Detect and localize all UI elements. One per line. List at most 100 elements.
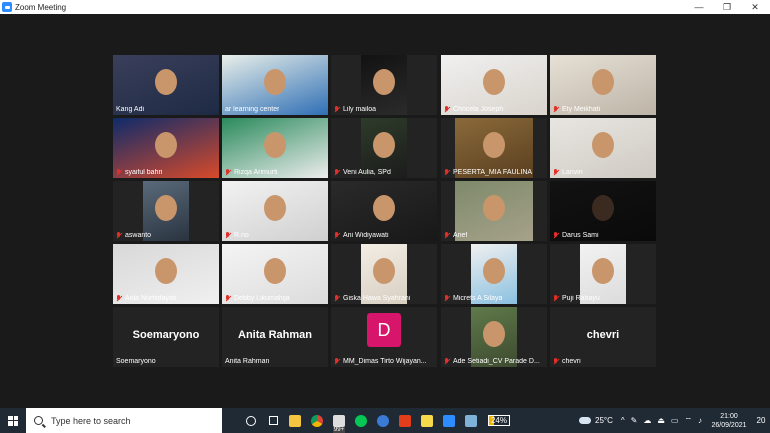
participant-tile[interactable]: Ety Meikhati <box>550 55 656 115</box>
battery-percentage: 24% <box>487 415 510 426</box>
participant-name-label: R.no <box>225 232 249 239</box>
participant-name: Aida Nurhidayati <box>125 295 177 302</box>
muted-mic-icon <box>334 169 340 176</box>
participant-name-label: Ani Widiyawati <box>334 232 389 239</box>
participant-tile[interactable]: Lanvin <box>550 118 656 178</box>
muted-mic-icon <box>444 295 450 302</box>
participant-name: aswanto <box>125 232 152 239</box>
teams-icon[interactable] <box>372 408 394 433</box>
app-icon[interactable] <box>460 408 482 433</box>
participant-tile[interactable]: Lily mailoa <box>331 55 437 115</box>
participant-name-label: Giska Hawa Syahrani <box>334 295 410 302</box>
cloud-icon <box>579 417 591 424</box>
muted-mic-icon <box>116 295 122 302</box>
clock[interactable]: 21:00 26/09/2021 <box>706 412 752 430</box>
participant-name: Anita Rahman <box>225 358 270 365</box>
participant-face <box>483 258 505 284</box>
battery-icon[interactable]: ▭ <box>671 416 679 425</box>
minimize-button[interactable]: — <box>684 0 714 14</box>
participant-name-label: syaiful bahri <box>116 169 162 176</box>
task-view-icon[interactable] <box>240 408 262 433</box>
participant-name-label: Ety Meikhati <box>553 106 600 113</box>
notification-count[interactable]: 20 <box>752 416 770 425</box>
participant-name-label: Puji Rahayu <box>553 295 600 302</box>
participant-tile[interactable]: R.no <box>222 181 328 241</box>
participant-tile[interactable]: Micrets A Silaya <box>441 244 547 304</box>
participant-tile[interactable]: Chricela Joseph <box>441 55 547 115</box>
participant-name: Lily mailoa <box>343 106 377 113</box>
participant-tile[interactable]: Ade Setiadi_CV Parade D... <box>441 307 547 367</box>
weather-temperature[interactable]: 25°C <box>595 416 613 425</box>
participant-name: Chricela Joseph <box>453 106 504 113</box>
muted-mic-icon <box>116 169 122 176</box>
mail-icon[interactable]: 99+ <box>328 408 350 433</box>
muted-mic-icon <box>225 169 231 176</box>
participant-face <box>373 69 395 95</box>
usb-icon[interactable]: ⏏ <box>657 416 665 425</box>
zoom-taskbar-icon[interactable] <box>438 408 460 433</box>
participant-face <box>264 132 286 158</box>
task-switch-icon[interactable] <box>262 408 284 433</box>
file-explorer-icon[interactable] <box>284 408 306 433</box>
participant-face <box>155 132 177 158</box>
participant-name: MM_Dimas Tirto Wijayan... <box>343 358 427 365</box>
participant-name: Kang Adi <box>116 106 145 113</box>
participant-name: Soemaryono <box>116 358 156 365</box>
muted-mic-icon <box>225 232 231 239</box>
participant-face <box>483 132 505 158</box>
participant-name: Debby Likumahija <box>234 295 290 302</box>
participant-name: Ani Widiyawati <box>343 232 389 239</box>
participant-face <box>592 195 614 221</box>
participant-tile[interactable]: PESERTA_MIA FAULINA <box>441 118 547 178</box>
participant-tile[interactable]: ar learning center <box>222 55 328 115</box>
participant-tile[interactable]: Rizqa Arimurti <box>222 118 328 178</box>
participant-tile[interactable]: aswanto <box>113 181 219 241</box>
participant-name: Veni Aulia, SPd <box>343 169 391 176</box>
pen-icon[interactable]: ✎ <box>631 416 638 425</box>
participant-name-label: Soemaryono <box>116 358 156 365</box>
muted-mic-icon <box>553 106 559 113</box>
network-icon[interactable]: ⌔ <box>684 416 692 426</box>
participant-face <box>483 69 505 95</box>
start-button[interactable] <box>0 408 26 433</box>
chrome-icon[interactable] <box>306 408 328 433</box>
participant-tile[interactable]: Soemaryono Soemaryono <box>113 307 219 367</box>
participant-tile[interactable]: Anita Rahman Anita Rahman <box>222 307 328 367</box>
participant-name-label: Arief <box>444 232 467 239</box>
participant-display-name: chevri <box>586 329 620 341</box>
participant-tile[interactable]: Veni Aulia, SPd <box>331 118 437 178</box>
participant-tile[interactable]: Giska Hawa Syahrani <box>331 244 437 304</box>
participant-face <box>155 69 177 95</box>
participant-tile[interactable]: syaiful bahri <box>113 118 219 178</box>
muted-mic-icon <box>334 106 340 113</box>
participant-face <box>373 132 395 158</box>
line-icon[interactable] <box>350 408 372 433</box>
participant-tile[interactable]: Debby Likumahija <box>222 244 328 304</box>
participant-face <box>373 258 395 284</box>
participant-tile[interactable]: Puji Rahayu <box>550 244 656 304</box>
volume-icon[interactable]: ♪ <box>698 416 702 425</box>
office-icon[interactable] <box>394 408 416 433</box>
close-button[interactable]: ✕ <box>740 0 770 14</box>
participant-name-label: chevri <box>553 358 581 365</box>
participant-name-label: Darus Sami <box>553 232 599 239</box>
participant-tile[interactable]: D MM_Dimas Tirto Wijayan... <box>331 307 437 367</box>
participant-face <box>592 69 614 95</box>
chevron-up-icon[interactable]: ^ <box>621 416 625 425</box>
onedrive-icon[interactable]: ☁ <box>643 416 651 425</box>
participant-tile[interactable]: Ani Widiyawati <box>331 181 437 241</box>
participant-tile[interactable]: Aida Nurhidayati <box>113 244 219 304</box>
participant-tile[interactable]: Darus Sami <box>550 181 656 241</box>
battery-widget[interactable]: 24% <box>482 408 516 433</box>
muted-mic-icon <box>116 232 122 239</box>
participant-name-label: MM_Dimas Tirto Wijayan... <box>334 358 427 365</box>
sticky-notes-icon[interactable] <box>416 408 438 433</box>
participant-tile[interactable]: Kang Adi <box>113 55 219 115</box>
participant-name-label: ar learning center <box>225 106 279 113</box>
participant-tile[interactable]: chevri chevri <box>550 307 656 367</box>
participant-name: Ade Setiadi_CV Parade D... <box>453 358 540 365</box>
maximize-button[interactable]: ❐ <box>712 0 742 14</box>
participant-face <box>483 321 505 347</box>
participant-tile[interactable]: Arief <box>441 181 547 241</box>
taskbar-search[interactable]: Type here to search <box>26 408 222 433</box>
